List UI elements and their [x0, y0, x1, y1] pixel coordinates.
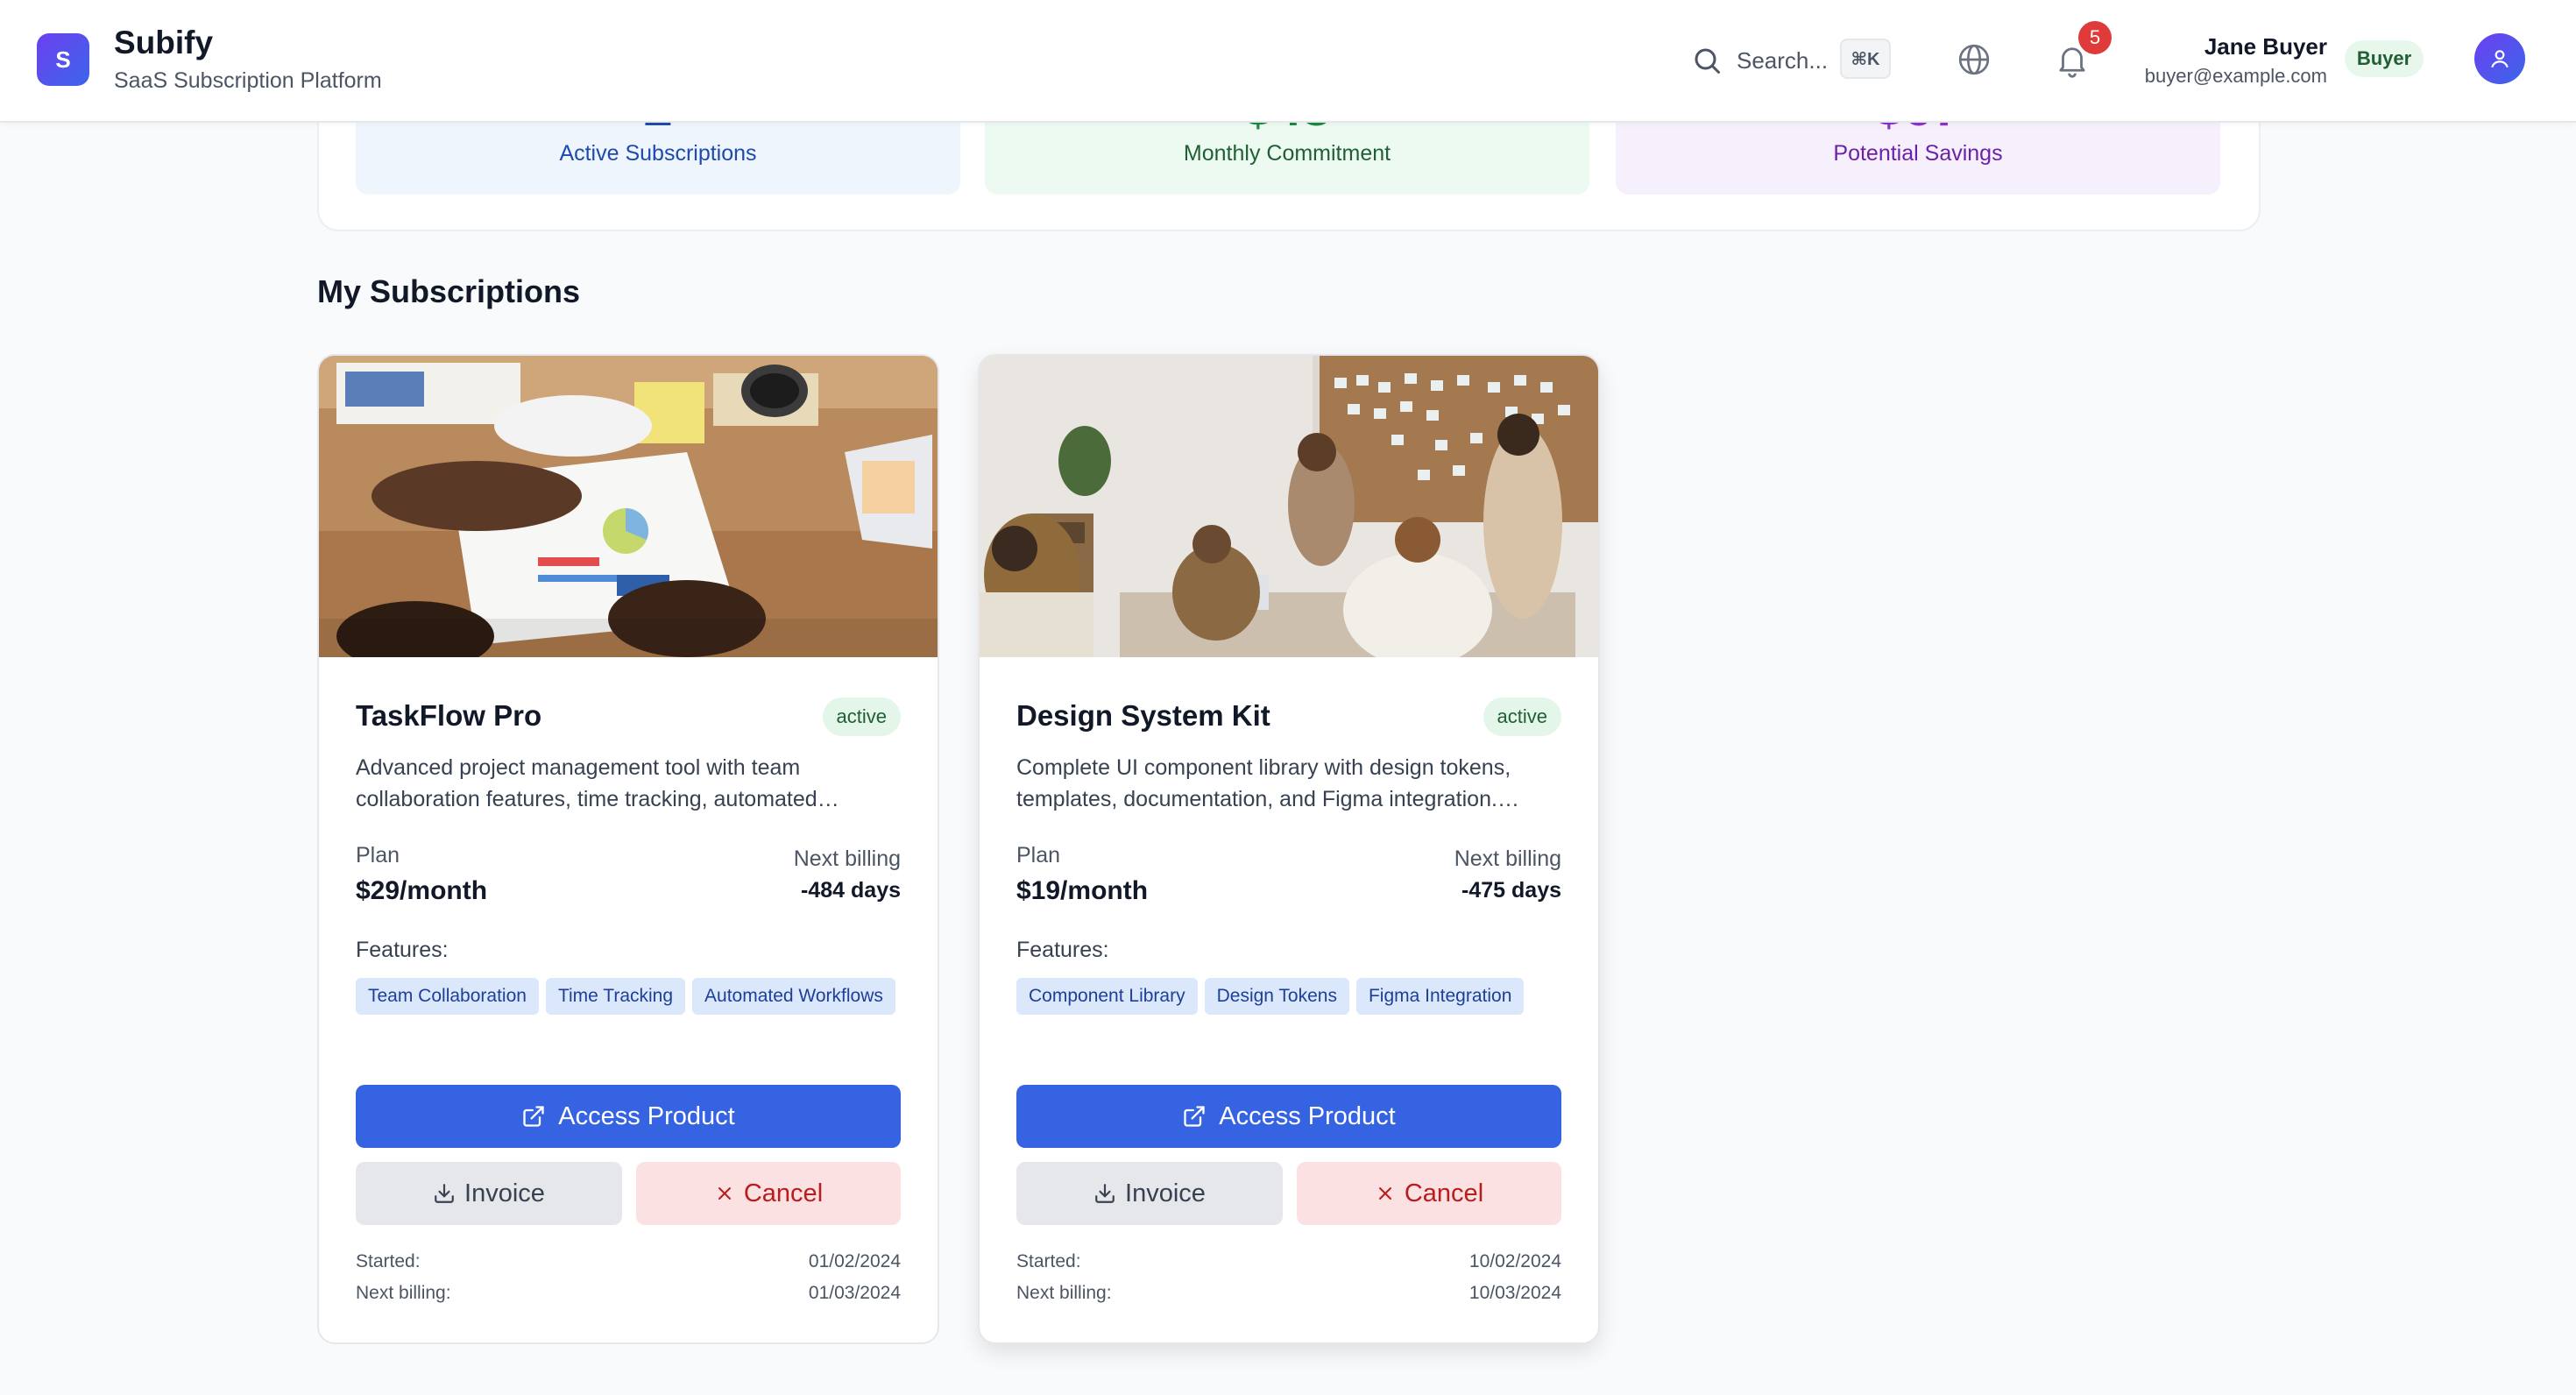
next-billing-label: Next billing: [793, 846, 901, 871]
search-icon: [1695, 48, 1720, 74]
access-product-button[interactable]: Access Product: [1016, 1085, 1561, 1148]
feature-tags: Team Collaboration Time Tracking Automat…: [356, 978, 908, 1015]
user-avatar[interactable]: [2474, 33, 2525, 84]
subscription-card: Design System Kit active Complete UI com…: [978, 354, 1600, 1344]
next-billing-label: Next billing: [1454, 846, 1561, 871]
features-label: Features:: [1016, 938, 1109, 962]
started-label: Started:: [1016, 1251, 1081, 1271]
download-icon: [435, 1184, 454, 1203]
plan-label: Plan: [356, 843, 400, 867]
access-product-label: Access Product: [558, 1101, 735, 1130]
download-icon: [1095, 1184, 1115, 1203]
stat-label: Potential Savings: [1833, 141, 2003, 166]
status-badge: active: [1483, 698, 1561, 736]
started-date: 01/02/2024: [808, 1251, 901, 1271]
access-product-label: Access Product: [1219, 1101, 1396, 1130]
product-title: Design System Kit: [1016, 699, 1270, 732]
cancel-label: Cancel: [743, 1179, 824, 1207]
user-name: Jane Buyer: [2204, 33, 2327, 60]
invoice-button[interactable]: Invoice: [356, 1162, 622, 1225]
cancel-subscription-button[interactable]: Cancel: [636, 1162, 901, 1225]
features-label: Features:: [356, 938, 449, 962]
page: 2 Active Subscriptions $48 Monthly Commi…: [0, 0, 2576, 1395]
app-logo[interactable]: S: [37, 33, 89, 86]
globe-icon[interactable]: [1957, 42, 1992, 77]
invoice-button[interactable]: Invoice: [1016, 1162, 1283, 1225]
close-icon: [1378, 1187, 1391, 1200]
section-title: My Subscriptions: [317, 273, 581, 309]
feature-tag: Time Tracking: [545, 978, 686, 1015]
feature-tags: Component Library Design Tokens Figma In…: [1016, 978, 1568, 1015]
cancel-label: Cancel: [1404, 1179, 1484, 1207]
feature-tag: Automated Workflows: [692, 978, 895, 1015]
role-badge: Buyer: [2345, 40, 2424, 77]
next-billing-date-label: Next billing:: [1016, 1283, 1112, 1303]
subscription-card: TaskFlow Pro active Advanced project man…: [317, 354, 939, 1344]
invoice-label: Invoice: [1125, 1179, 1206, 1207]
invoice-label: Invoice: [464, 1179, 545, 1207]
stat-label: Monthly Commitment: [1183, 141, 1391, 166]
plan-label: Plan: [1016, 843, 1061, 867]
plan-price: $29/month: [356, 876, 488, 905]
next-billing-date-label: Next billing:: [356, 1283, 451, 1303]
user-icon: [2491, 50, 2509, 68]
next-billing-date: 01/03/2024: [808, 1283, 901, 1303]
close-icon: [718, 1187, 731, 1200]
plan-price: $19/month: [1016, 876, 1149, 905]
product-image: [319, 356, 938, 657]
external-link-icon: [523, 1106, 544, 1127]
product-description: Advanced project management tool with te…: [356, 755, 817, 811]
next-billing-countdown: -484 days: [801, 878, 901, 903]
stat-label: Active Subscriptions: [559, 141, 757, 166]
status-badge: active: [822, 698, 901, 736]
feature-tag: Design Tokens: [1204, 978, 1349, 1015]
cancel-subscription-button[interactable]: Cancel: [1297, 1162, 1561, 1225]
product-title: TaskFlow Pro: [356, 699, 542, 732]
started-label: Started:: [356, 1251, 421, 1271]
external-link-icon: [1184, 1106, 1205, 1127]
access-product-button[interactable]: Access Product: [356, 1085, 901, 1148]
app-name: Subify: [114, 25, 214, 60]
product-description: Complete UI component library with desig…: [1016, 755, 1511, 811]
started-date: 10/02/2024: [1468, 1251, 1561, 1271]
top-header: S Subify SaaS Subscription Platform Sear…: [0, 0, 2576, 123]
search-shortcut: ⌘K: [1840, 39, 1891, 79]
feature-tag: Component Library: [1016, 978, 1198, 1015]
next-billing-date: 10/03/2024: [1468, 1283, 1561, 1303]
feature-tag: Team Collaboration: [356, 978, 539, 1015]
notification-count-badge: 5: [2078, 21, 2112, 54]
feature-tag: Figma Integration: [1355, 978, 1525, 1015]
next-billing-countdown: -475 days: [1461, 878, 1561, 903]
app-subtitle: SaaS Subscription Platform: [114, 68, 382, 93]
search-placeholder: Search...: [1737, 46, 1829, 74]
product-image: [980, 356, 1598, 657]
user-email: buyer@example.com: [2144, 65, 2327, 87]
